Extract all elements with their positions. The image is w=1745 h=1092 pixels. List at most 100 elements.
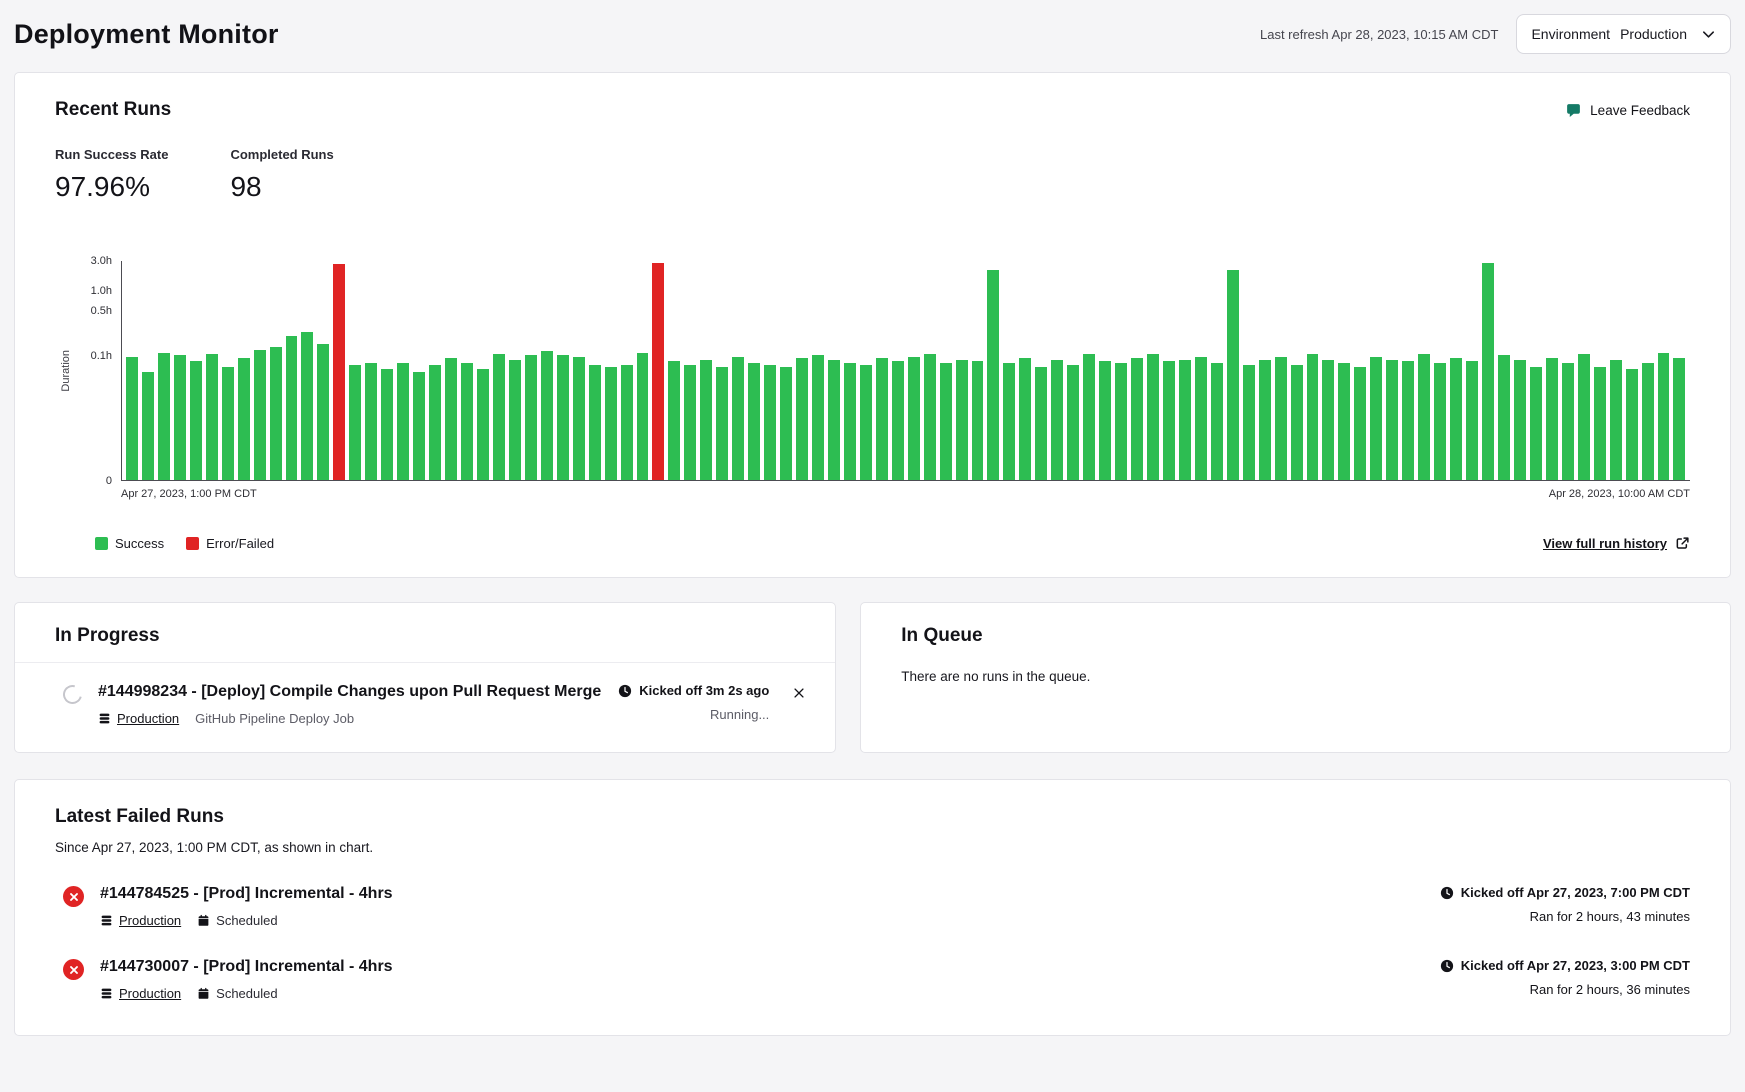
run-bar-success[interactable] [860, 365, 872, 480]
run-bar-success[interactable] [1291, 365, 1303, 480]
run-bar-success[interactable] [1067, 365, 1079, 480]
run-bar-success[interactable] [1610, 360, 1622, 480]
run-bar-success[interactable] [1211, 363, 1223, 480]
run-bar-success[interactable] [174, 355, 186, 480]
run-bar-success[interactable] [573, 357, 585, 480]
run-bar-success[interactable] [477, 369, 489, 480]
run-bar-success[interactable] [445, 358, 457, 480]
run-bar-success[interactable] [158, 353, 170, 480]
run-bar-success[interactable] [254, 350, 266, 480]
leave-feedback-link[interactable]: Leave Feedback [1565, 102, 1690, 119]
run-bar-success[interactable] [222, 367, 234, 480]
run-bar-success[interactable] [1658, 353, 1670, 480]
run-bar-success[interactable] [1354, 367, 1366, 480]
run-bar-success[interactable] [1163, 361, 1175, 480]
run-bar-success[interactable] [1450, 358, 1462, 480]
run-bar-success[interactable] [1003, 363, 1015, 480]
run-bar-success[interactable] [764, 365, 776, 480]
run-bar-success[interactable] [1434, 363, 1446, 480]
run-bar-success[interactable] [621, 365, 633, 480]
run-bar-success[interactable] [956, 360, 968, 480]
run-bar-success[interactable] [589, 365, 601, 480]
run-bar-success[interactable] [1322, 360, 1334, 480]
run-bar-success[interactable] [509, 360, 521, 480]
run-bar-failed[interactable] [333, 264, 345, 480]
run-bar-success[interactable] [525, 355, 537, 480]
run-bar-success[interactable] [1594, 367, 1606, 480]
run-bar-success[interactable] [413, 372, 425, 480]
run-bar-success[interactable] [1131, 358, 1143, 480]
run-bar-success[interactable] [1147, 354, 1159, 480]
run-bar-success[interactable] [924, 354, 936, 480]
run-bar-success[interactable] [461, 363, 473, 480]
run-bar-success[interactable] [1466, 361, 1478, 480]
run-bar-success[interactable] [1498, 355, 1510, 480]
run-bar-success[interactable] [940, 363, 952, 480]
run-bar-success[interactable] [429, 365, 441, 480]
run-bar-success[interactable] [1673, 358, 1685, 480]
run-bar-success[interactable] [206, 354, 218, 480]
run-bar-success[interactable] [637, 353, 649, 480]
environment-link[interactable]: Production [98, 711, 179, 726]
run-bar-success[interactable] [700, 360, 712, 480]
run-bar-success[interactable] [716, 367, 728, 480]
environment-link[interactable]: Production [100, 986, 181, 1001]
run-bar-success[interactable] [987, 270, 999, 480]
run-bar-success[interactable] [365, 363, 377, 480]
run-bar-success[interactable] [796, 358, 808, 480]
run-bar-success[interactable] [1035, 367, 1047, 480]
run-bar-success[interactable] [541, 351, 553, 480]
run-bar-success[interactable] [126, 357, 138, 480]
run-bar-success[interactable] [238, 358, 250, 480]
run-bar-success[interactable] [286, 336, 298, 480]
run-bar-failed[interactable] [652, 263, 664, 480]
run-bar-success[interactable] [270, 347, 282, 480]
run-bar-success[interactable] [1115, 363, 1127, 480]
run-bar-success[interactable] [668, 361, 680, 480]
run-bar-success[interactable] [317, 344, 329, 480]
run-bar-success[interactable] [844, 363, 856, 480]
run-bar-success[interactable] [381, 369, 393, 480]
run-bar-success[interactable] [397, 363, 409, 480]
run-bar-success[interactable] [876, 358, 888, 480]
run-bar-success[interactable] [1083, 354, 1095, 480]
run-bar-success[interactable] [557, 355, 569, 480]
environment-link[interactable]: Production [100, 913, 181, 928]
run-bar-success[interactable] [1019, 358, 1031, 480]
run-bar-success[interactable] [892, 361, 904, 480]
run-bar-success[interactable] [349, 365, 361, 480]
run-bar-success[interactable] [1546, 358, 1558, 480]
run-bar-success[interactable] [1259, 360, 1271, 480]
run-bar-success[interactable] [1227, 270, 1239, 480]
run-bar-success[interactable] [732, 357, 744, 480]
run-bar-success[interactable] [1099, 361, 1111, 480]
run-bar-success[interactable] [1275, 357, 1287, 480]
run-bar-success[interactable] [972, 361, 984, 480]
run-bar-success[interactable] [1626, 369, 1638, 480]
run-bar-success[interactable] [1338, 363, 1350, 480]
run-bar-success[interactable] [780, 367, 792, 480]
run-bar-success[interactable] [190, 361, 202, 480]
run-bar-success[interactable] [301, 332, 313, 480]
run-bar-success[interactable] [605, 367, 617, 480]
run-bar-success[interactable] [812, 355, 824, 480]
run-bar-success[interactable] [493, 354, 505, 480]
run-bar-success[interactable] [1578, 354, 1590, 480]
run-bar-success[interactable] [684, 365, 696, 480]
run-bar-success[interactable] [1386, 360, 1398, 480]
run-bar-success[interactable] [1402, 361, 1414, 480]
run-bar-success[interactable] [908, 357, 920, 480]
run-bar-success[interactable] [142, 372, 154, 480]
run-bar-success[interactable] [1243, 365, 1255, 480]
close-button[interactable] [789, 683, 809, 703]
run-bar-success[interactable] [1642, 363, 1654, 480]
run-bar-success[interactable] [1370, 357, 1382, 480]
environment-dropdown[interactable]: Environment Production [1516, 14, 1731, 54]
run-bar-success[interactable] [828, 360, 840, 480]
run-bar-success[interactable] [1514, 360, 1526, 480]
run-bar-success[interactable] [1307, 354, 1319, 480]
run-bar-success[interactable] [1195, 357, 1207, 480]
run-bar-success[interactable] [1051, 360, 1063, 480]
run-bar-success[interactable] [1530, 367, 1542, 480]
run-bar-success[interactable] [1482, 263, 1494, 480]
